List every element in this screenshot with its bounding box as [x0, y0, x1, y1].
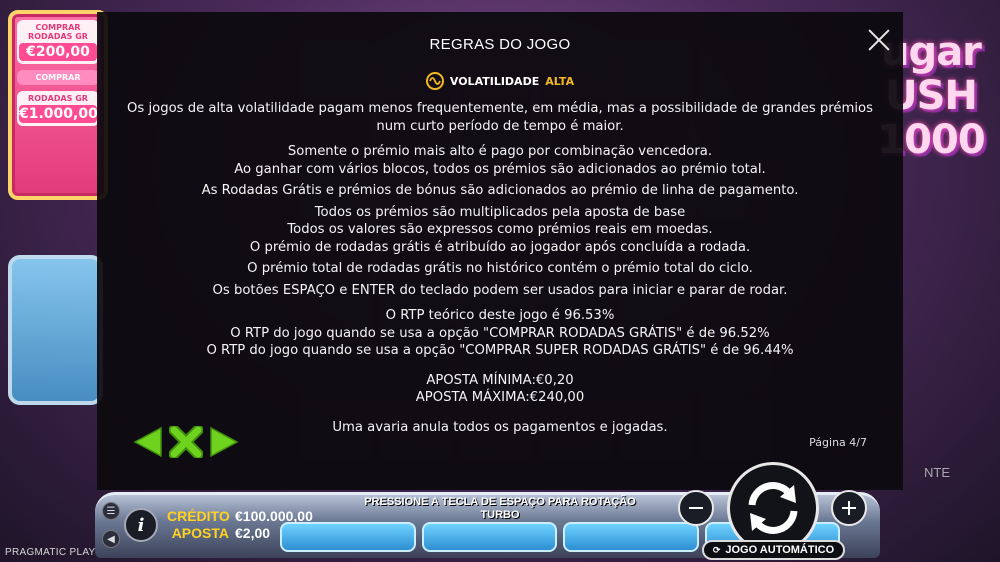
rules-paragraph: Os botões ESPAÇO e ENTER do teclado pode…: [212, 282, 788, 298]
turbo-spin-hint: PRESSIONE A TECLA DE ESPAÇO PARA ROTAÇÃO…: [360, 496, 640, 522]
menu-icon[interactable]: ☰: [102, 502, 120, 520]
buy-super-label: COMPRAR: [35, 73, 81, 82]
volatility-level: ALTA: [545, 74, 575, 88]
page-indicator: Página 4/7: [809, 436, 867, 449]
volatility-indicator: VOLATILIDADE ALTA: [97, 72, 903, 90]
turbo-hint-line: PRESSIONE A TECLA DE ESPAÇO PARA ROTAÇÃO: [364, 496, 636, 508]
previous-page-arrow-icon[interactable]: [133, 426, 163, 462]
rules-paragraph: O RTP do jogo quando se usa a opção "COM…: [206, 343, 794, 358]
buy-super-free-spins-button[interactable]: COMPRAR: [17, 70, 99, 85]
increase-bet-button[interactable]: [831, 490, 867, 526]
candy-machine-decoration: [8, 255, 103, 405]
close-icon[interactable]: [867, 28, 891, 52]
autoplay-icon: ⟳: [712, 544, 721, 555]
rules-paragraph: Os jogos de alta volatilidade pagam meno…: [127, 101, 873, 134]
rules-paragraph: Somente o prémio mais alto é pago por co…: [287, 144, 713, 159]
rules-paragraph: O RTP do jogo quando se usa a opção "COM…: [230, 325, 770, 341]
console-slot: [563, 522, 699, 552]
page-navigation: [133, 424, 239, 462]
decrease-bet-button[interactable]: [678, 490, 714, 526]
rules-paragraph: O RTP teórico deste jogo é 96.53%: [385, 308, 615, 323]
rules-paragraph: Todos os prémios são multiplicados pela …: [314, 204, 686, 220]
buy-free-spins-price: €200,00: [19, 43, 97, 61]
autoplay-button[interactable]: ⟳ JOGO AUTOMÁTICO: [702, 540, 845, 560]
info-icon[interactable]: i: [124, 508, 158, 542]
max-bet-text: APOSTA MÁXIMA:€240,00: [415, 390, 585, 405]
close-x-icon[interactable]: [168, 424, 204, 462]
spin-arrows-icon: [748, 482, 798, 534]
rules-modal: REGRAS DO JOGO VOLATILIDADE ALTA Os jogo…: [97, 12, 903, 490]
next-page-arrow-icon[interactable]: [209, 426, 239, 462]
rules-paragraph: Ao ganhar com vários blocos, todos os pr…: [234, 161, 766, 177]
modal-title: REGRAS DO JOGO: [429, 36, 571, 53]
bet-label: APOSTA: [171, 525, 229, 541]
buy-free-spins-button[interactable]: COMPRAR RODADAS GR €200,00: [17, 20, 99, 64]
credit-value: €100.000,00: [235, 508, 313, 524]
rules-paragraph: O prémio total de rodadas grátis no hist…: [247, 261, 753, 276]
min-bet-text: APOSTA MÍNIMA:€0,20: [426, 372, 574, 388]
volatility-label: VOLATILIDADE: [449, 74, 540, 88]
rules-paragraph: O prémio de rodadas grátis é atribuído a…: [249, 239, 751, 255]
rules-text: Os jogos de alta volatilidade pagam meno…: [117, 100, 883, 436]
bet-value: €2,00: [235, 525, 271, 541]
credit-label: CRÉDITO: [167, 508, 230, 524]
buy-free-spins-sublabel: RODADAS GR: [28, 32, 88, 41]
super-free-spins-price-box[interactable]: RODADAS GR €1.000,00: [17, 91, 99, 126]
autoplay-label: JOGO AUTOMÁTICO: [725, 544, 835, 556]
turbo-hint-line: TURBO: [480, 509, 520, 521]
background-label: NTE: [924, 465, 950, 480]
rules-paragraph: As Rodadas Grátis e prémios de bónus são…: [201, 183, 799, 198]
balance-display: CRÉDITO €100.000,00 APOSTA €2,00: [167, 508, 313, 542]
sound-icon[interactable]: ◀: [102, 530, 120, 548]
volatility-wave-icon: [425, 72, 444, 90]
rules-paragraph: Todos os valores são expressos como prém…: [287, 222, 713, 237]
buy-free-spins-label: COMPRAR: [35, 23, 81, 32]
buy-features-panel[interactable]: COMPRAR RODADAS GR €200,00 COMPRAR RODAD…: [8, 10, 108, 200]
provider-logo: PRAGMATIC PLAY: [5, 547, 96, 558]
console-slot: [421, 522, 557, 552]
super-free-spins-price: €1.000,00: [19, 105, 98, 123]
super-free-spins-label: RODADAS GR: [28, 94, 88, 103]
